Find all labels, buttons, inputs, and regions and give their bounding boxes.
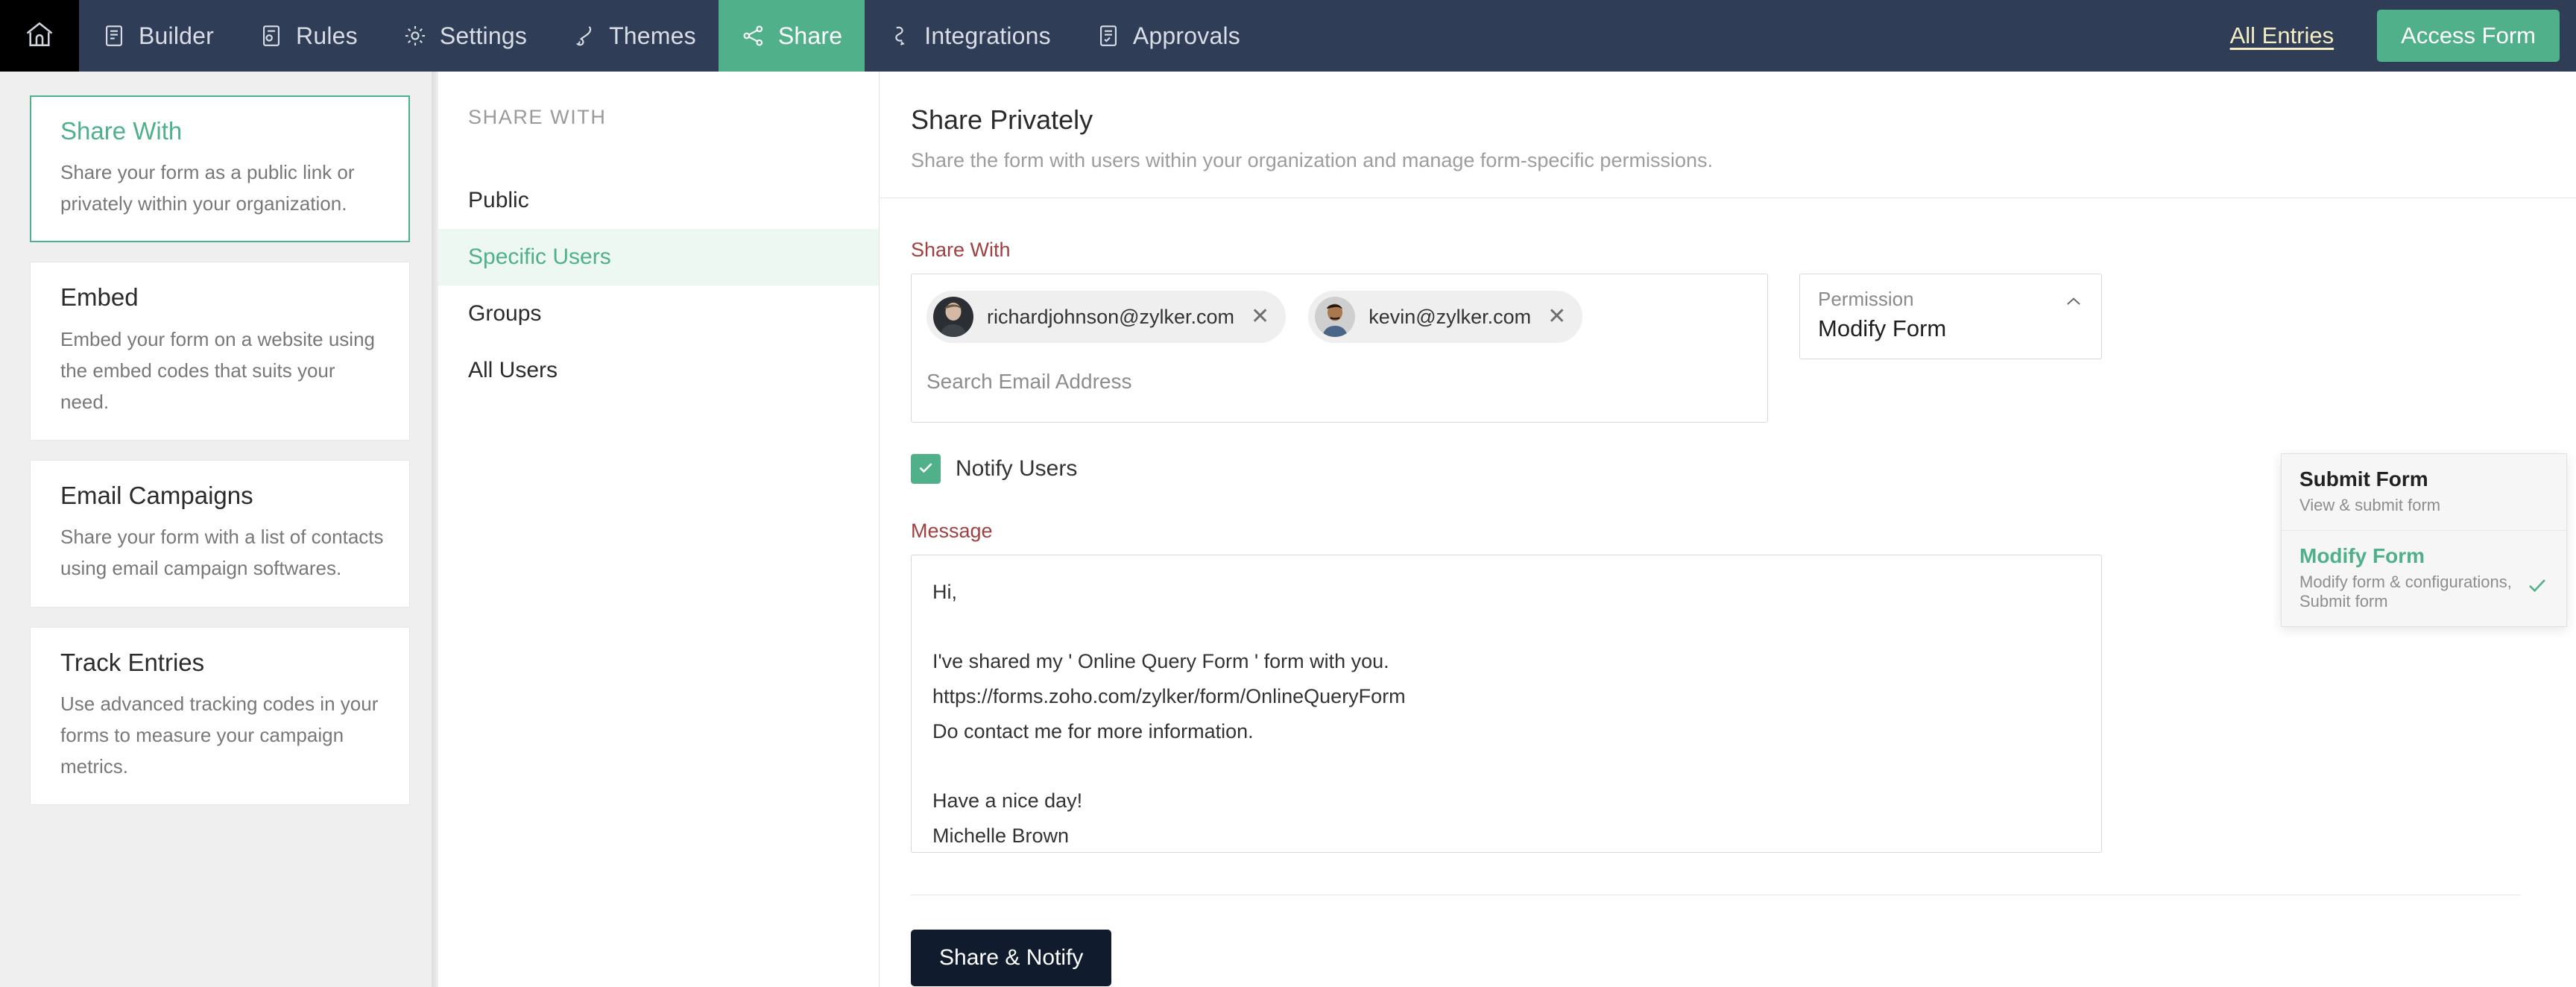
chevron-up-icon[interactable]: [2062, 291, 2085, 317]
nav-label-rules: Rules: [296, 22, 358, 49]
rail-card-desc: Use advanced tracking codes in your form…: [60, 692, 379, 778]
permission-option-desc: Modify form & configurations, Submit for…: [2299, 573, 2512, 611]
recipient-chip[interactable]: kevin@zylker.com ✕: [1308, 291, 1583, 343]
share-with-label: Share With: [911, 239, 1011, 261]
nav-label-approvals: Approvals: [1132, 22, 1240, 49]
main-header: Share Privately Share the form with user…: [880, 72, 2576, 198]
builder-icon: [101, 23, 127, 48]
rail-card-track-entries[interactable]: Track Entries Use advanced tracking code…: [30, 626, 410, 806]
nav-item-approvals[interactable]: Approvals: [1073, 0, 1263, 72]
nav-item-themes[interactable]: Themes: [549, 0, 719, 72]
top-navigation-bar: Builder Rules Settings Themes Share Inte…: [0, 0, 2576, 72]
main-panel: Share Privately Share the form with user…: [880, 72, 2576, 987]
search-email-input[interactable]: Search Email Address: [926, 370, 1752, 409]
close-icon[interactable]: ✕: [1248, 306, 1272, 328]
nav-label-integrations: Integrations: [924, 22, 1051, 49]
integrations-icon: [887, 23, 912, 48]
check-icon: [916, 458, 935, 481]
recipient-chip[interactable]: richardjohnson@zylker.com ✕: [926, 291, 1287, 343]
subnav-item-groups[interactable]: Groups: [438, 286, 879, 342]
subnav-item-specific-users[interactable]: Specific Users: [438, 229, 879, 286]
rail-card-embed[interactable]: Embed Embed your form on a website using…: [30, 262, 410, 441]
nav-item-rules[interactable]: Rules: [236, 0, 380, 72]
permission-select[interactable]: Permission Modify Form: [1799, 274, 2102, 359]
permission-value: Modify Form: [1818, 315, 1947, 341]
notify-users-checkbox[interactable]: [911, 454, 941, 484]
avatar: [1315, 297, 1356, 337]
permission-option-modify-form[interactable]: Modify Form Modify form & configurations…: [2282, 530, 2566, 626]
subnav-heading: SHARE WITH: [468, 106, 607, 128]
permission-dropdown-menu[interactable]: Submit Form View & submit form Modify Fo…: [2281, 453, 2567, 627]
home-icon: [23, 18, 56, 54]
message-textarea[interactable]: Hi, I've shared my ' Online Query Form '…: [911, 555, 2102, 853]
rail-card-title: Share With: [60, 117, 183, 145]
rules-icon: [259, 23, 284, 48]
share-and-notify-button[interactable]: Share & Notify: [911, 930, 1112, 986]
recipient-chip-list: richardjohnson@zylker.com ✕ kevin@zylker…: [926, 291, 1752, 343]
subnav-item-all-users[interactable]: All Users: [438, 342, 879, 399]
rail-edge-shadow: [432, 72, 438, 987]
access-form-button[interactable]: Access Form: [2377, 10, 2560, 62]
permission-option-desc: View & submit form: [2299, 496, 2441, 514]
recipient-email: richardjohnson@zylker.com: [987, 305, 1235, 328]
page-body: Share With Share your form as a public l…: [0, 72, 2576, 987]
rail-card-title: Email Campaigns: [60, 482, 253, 510]
page-title: Share Privately: [911, 104, 1093, 135]
rail-card-share-with[interactable]: Share With Share your form as a public l…: [30, 95, 410, 243]
nav-label-builder: Builder: [139, 22, 215, 49]
recipients-input[interactable]: richardjohnson@zylker.com ✕ kevin@zylker…: [911, 274, 1768, 423]
permission-option-title: Modify Form: [2299, 544, 2425, 567]
nav-label-settings: Settings: [439, 22, 528, 49]
rail-card-desc: Embed your form on a website using the e…: [60, 327, 375, 413]
nav-label-themes: Themes: [609, 22, 696, 49]
page-subtitle: Share the form with users within your or…: [911, 149, 1713, 171]
nav-label-share: Share: [777, 22, 843, 49]
share-icon: [741, 23, 766, 48]
gear-icon: [402, 23, 428, 48]
close-icon[interactable]: ✕: [1544, 306, 1569, 328]
avatar: [933, 297, 973, 337]
share-with-row: richardjohnson@zylker.com ✕ kevin@zylker…: [911, 274, 2576, 423]
share-form: Share With richardjohnson@zylker.com ✕ k…: [880, 198, 2576, 986]
subnav-item-public[interactable]: Public: [438, 172, 879, 229]
all-entries-link[interactable]: All Entries: [2230, 0, 2334, 72]
approvals-icon: [1096, 23, 1121, 48]
permission-option-submit-form[interactable]: Submit Form View & submit form: [2282, 454, 2566, 530]
brush-icon: [572, 23, 597, 48]
rail-card-email-campaigns[interactable]: Email Campaigns Share your form with a l…: [30, 460, 410, 608]
recipient-email: kevin@zylker.com: [1368, 305, 1532, 328]
share-method-rail: Share With Share your form as a public l…: [0, 72, 438, 987]
share-with-subnav: SHARE WITH Public Specific Users Groups …: [438, 72, 880, 987]
nav-item-builder[interactable]: Builder: [79, 0, 236, 72]
check-icon: [2525, 573, 2550, 602]
nav-item-settings[interactable]: Settings: [380, 0, 549, 72]
rail-card-title: Track Entries: [60, 648, 205, 676]
permission-option-title: Submit Form: [2299, 467, 2428, 491]
notify-users-label: Notify Users: [956, 456, 1078, 481]
rail-card-desc: Share your form as a public link or priv…: [60, 161, 355, 215]
nav-item-share[interactable]: Share: [718, 0, 865, 72]
rail-card-title: Embed: [60, 283, 139, 312]
rail-card-desc: Share your form with a list of contacts …: [60, 526, 384, 580]
home-button[interactable]: [0, 0, 79, 72]
permission-label: Permission: [1818, 288, 1914, 310]
nav-item-integrations[interactable]: Integrations: [865, 0, 1073, 72]
